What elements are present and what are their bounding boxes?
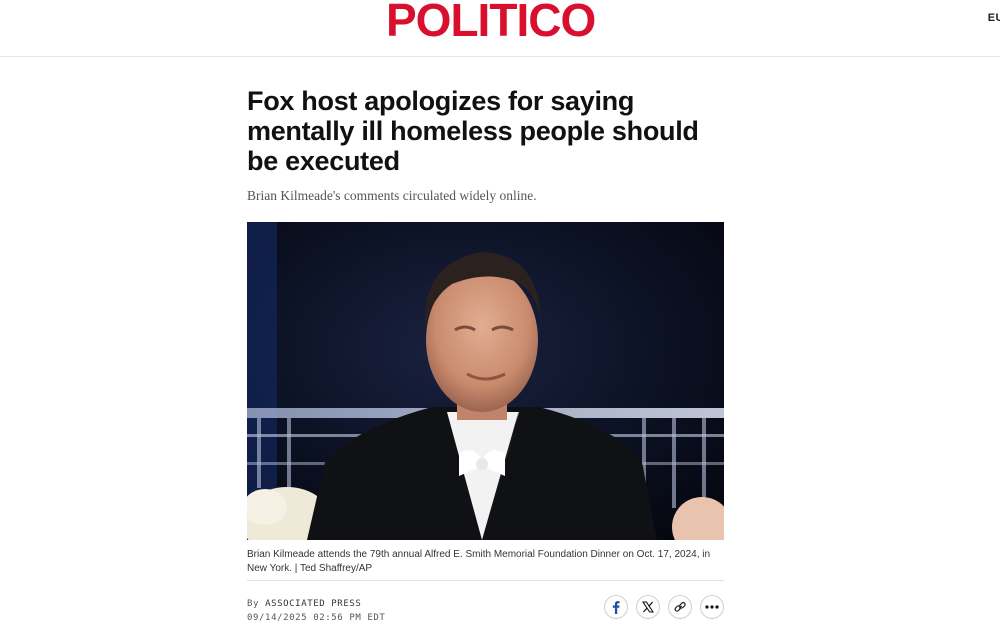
author-link[interactable]: ASSOCIATED PRESS (265, 599, 361, 609)
lead-photo-image (247, 222, 724, 540)
copy-link-button[interactable] (668, 595, 692, 619)
more-options-button[interactable] (700, 595, 724, 619)
article-dek: Brian Kilmeade's comments circulated wid… (247, 188, 537, 203)
politico-logo[interactable]: POLITICO (386, 0, 596, 43)
publish-timestamp: 09/14/2025 02:56 PM EDT (247, 613, 386, 623)
facebook-icon (612, 601, 620, 614)
lead-photo (247, 222, 724, 540)
divider (247, 580, 724, 581)
article-header: Fox host apologizes for saying mentally … (247, 86, 724, 204)
link-icon (674, 602, 686, 612)
byline-prefix: By (247, 599, 260, 609)
photo-caption: Brian Kilmeade attends the 79th annual A… (247, 549, 711, 574)
x-icon (642, 601, 654, 613)
headline: Fox host apologizes for saying mentally … (247, 86, 699, 176)
share-x-button[interactable] (636, 595, 660, 619)
share-facebook-button[interactable] (604, 595, 628, 619)
byline: By ASSOCIATED PRESS 09/14/2025 02:56 PM … (247, 597, 385, 625)
edition-switch[interactable]: EU (988, 12, 1000, 24)
more-icon (705, 605, 719, 609)
site-header: POLITICO EU (0, 0, 1000, 57)
share-toolbar (604, 595, 724, 619)
